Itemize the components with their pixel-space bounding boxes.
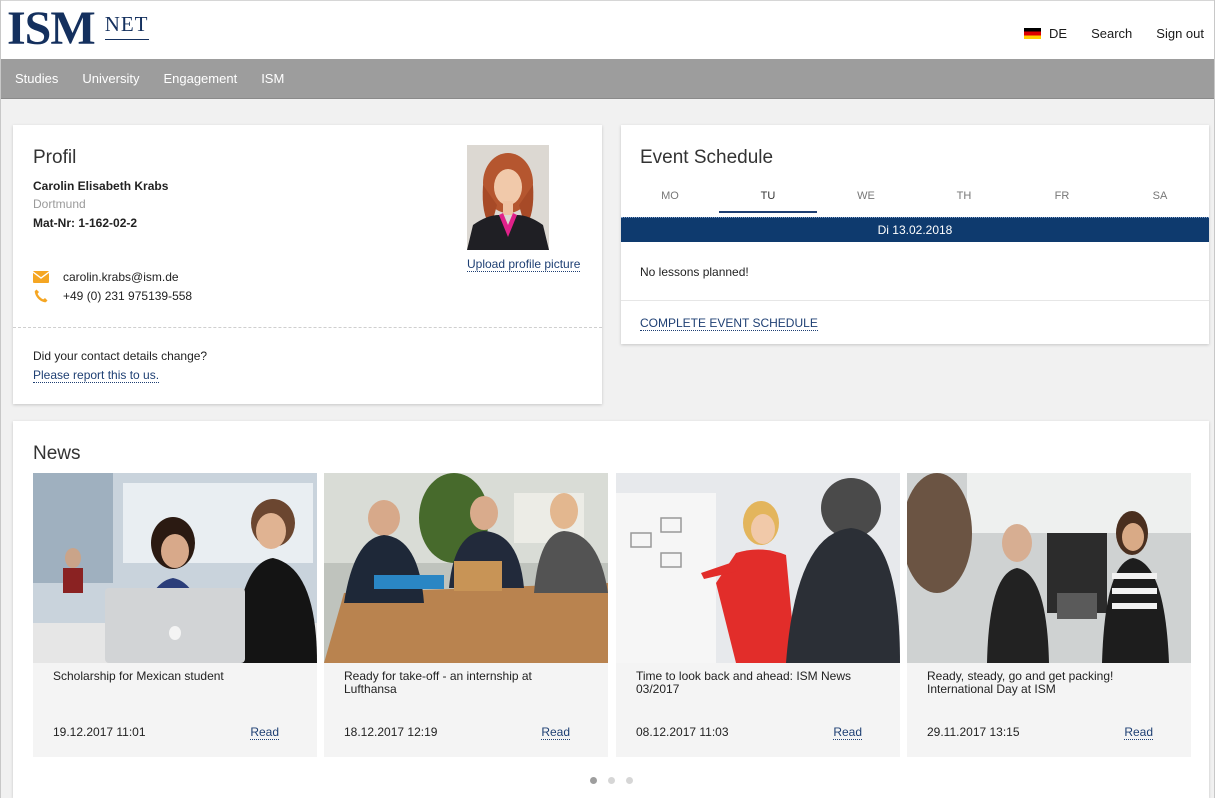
news-item[interactable]: Ready for take-off - an internship at Lu… [324, 473, 608, 757]
news-item[interactable]: Time to look back and ahead: ISM News 03… [616, 473, 900, 757]
ism-net-logo[interactable]: ISM NET [7, 2, 149, 55]
phone-icon [33, 289, 49, 303]
tab-we[interactable]: WE [817, 183, 915, 215]
email-row: carolin.krabs@ism.de [33, 270, 179, 284]
logo-ism-text: ISM [7, 2, 96, 55]
carousel-dots [13, 777, 1209, 784]
no-lessons-message: No lessons planned! [640, 265, 749, 279]
profile-divider [13, 327, 602, 328]
contact-change-question: Did your contact details change? [33, 349, 208, 363]
carousel-dot[interactable] [589, 777, 597, 784]
news-read-link[interactable]: Read [250, 725, 279, 740]
profile-card: Profil Carolin Elisabeth Krabs Dortmund … [13, 125, 602, 404]
tab-mo[interactable]: MO [621, 183, 719, 215]
phone-text: +49 (0) 231 975139-558 [63, 289, 193, 303]
news-item-title: Time to look back and ahead: ISM News 03… [636, 669, 851, 696]
schedule-divider [621, 300, 1209, 301]
news-item-date: 18.12.2017 12:19 [344, 725, 438, 739]
news-item[interactable]: Ready, steady, go and get packing! Inter… [907, 473, 1191, 757]
news-item-title: Scholarship for Mexican student [53, 669, 224, 683]
main-navigation: Studies University Engagement ISM [1, 59, 1214, 99]
news-item[interactable]: Scholarship for Mexican student 19.12.20… [33, 473, 317, 757]
event-schedule-card: Event Schedule MO TU WE TH FR SA Di 13.0… [621, 125, 1209, 344]
event-schedule-title: Event Schedule [640, 147, 774, 168]
nav-item-studies[interactable]: Studies [15, 71, 58, 86]
news-item-date: 29.11.2017 13:15 [927, 725, 1020, 739]
nav-item-university[interactable]: University [82, 71, 139, 86]
profile-title: Profil [33, 147, 77, 168]
news-item-date: 19.12.2017 11:01 [53, 725, 146, 739]
news-read-link[interactable]: Read [541, 725, 570, 740]
news-image [33, 473, 317, 663]
nav-item-ism[interactable]: ISM [261, 71, 284, 86]
selected-date-bar: Di 13.02.2018 [621, 217, 1209, 242]
email-text: carolin.krabs@ism.de [63, 270, 179, 284]
news-image [907, 473, 1191, 663]
news-image [324, 473, 608, 663]
tab-sa[interactable]: SA [1111, 183, 1209, 215]
top-actions: DE Search Sign out [1024, 26, 1204, 41]
tab-fr[interactable]: FR [1013, 183, 1111, 215]
top-header: ISM NET DE Search Sign out [1, 0, 1214, 59]
phone-row: +49 (0) 231 975139-558 [33, 289, 192, 303]
language-label: DE [1049, 26, 1068, 41]
news-image [616, 473, 900, 663]
matriculation-number: Mat-Nr: 1-162-02-2 [33, 216, 138, 230]
carousel-dot[interactable] [607, 777, 615, 784]
language-switch[interactable]: DE [1024, 26, 1067, 41]
weekday-tabs: MO TU WE TH FR SA [621, 183, 1209, 215]
report-contact-change-link[interactable]: Please report this to us. [33, 368, 160, 383]
tab-tu[interactable]: TU [719, 183, 817, 215]
germany-flag-icon [1024, 28, 1042, 39]
news-item-title: Ready, steady, go and get packing! Inter… [927, 669, 1114, 696]
logo-net-text: NET [104, 12, 149, 40]
profile-photo [467, 145, 549, 250]
upload-profile-picture-link[interactable]: Upload profile picture [467, 257, 581, 272]
carousel-dot[interactable] [625, 777, 633, 784]
complete-event-schedule-link[interactable]: COMPLETE EVENT SCHEDULE [640, 316, 818, 331]
news-read-link[interactable]: Read [1124, 725, 1153, 740]
news-title: News [33, 443, 81, 464]
student-city: Dortmund [33, 197, 86, 211]
news-item-title: Ready for take-off - an internship at Lu… [344, 669, 532, 696]
news-item-date: 08.12.2017 11:03 [636, 725, 729, 739]
news-card: News Scholarship for Mexican student 19.… [13, 421, 1209, 798]
student-name: Carolin Elisabeth Krabs [33, 179, 169, 193]
sign-out-link[interactable]: Sign out [1156, 26, 1204, 41]
news-read-link[interactable]: Read [833, 725, 862, 740]
nav-item-engagement[interactable]: Engagement [163, 71, 237, 86]
search-link[interactable]: Search [1091, 26, 1132, 41]
email-icon [33, 270, 49, 284]
tab-th[interactable]: TH [915, 183, 1013, 215]
